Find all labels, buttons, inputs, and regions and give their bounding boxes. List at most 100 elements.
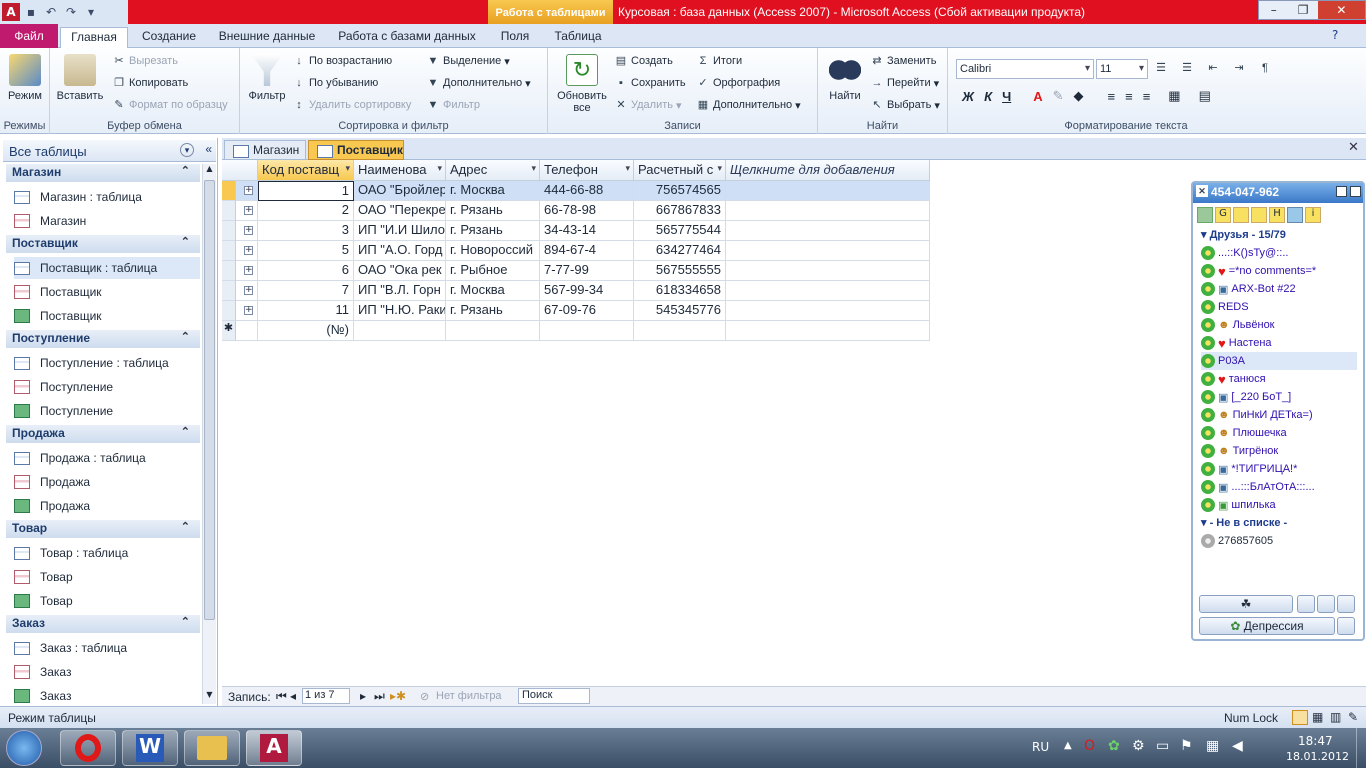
icq-contact[interactable]: ☻ Львёнок <box>1201 316 1357 334</box>
table-cell[interactable]: г. Москва <box>446 281 540 301</box>
icq-find-icon[interactable] <box>1297 595 1315 613</box>
remove-sort-button[interactable]: ↕ Удалить сортировку <box>292 98 411 112</box>
nav-item[interactable]: Заказ <box>14 661 200 683</box>
nav-item[interactable]: Заказ <box>14 685 200 707</box>
doc-tab-supplier[interactable]: Поставщик <box>308 140 404 160</box>
table-cell[interactable]: 634277464 <box>634 241 726 261</box>
record-selector[interactable] <box>222 221 236 241</box>
gridlines-icon[interactable]: ▦ <box>1168 88 1180 104</box>
icq-avatar-icon[interactable] <box>1337 595 1355 613</box>
nav-scrollbar[interactable]: ▲ ▼ <box>202 164 216 704</box>
table-cell[interactable]: ОАО "Ока рек <box>354 261 446 281</box>
table-cell[interactable]: 67-09-76 <box>540 301 634 321</box>
icq-contact[interactable]: Р03А <box>1201 352 1357 370</box>
font-color-icon[interactable]: A <box>1033 89 1042 104</box>
more-records-button[interactable]: ▦ Дополнительно ▾ <box>696 98 801 112</box>
pivot-table-view-icon[interactable]: ▦ <box>1312 710 1323 724</box>
pivot-chart-view-icon[interactable]: ▥ <box>1330 710 1341 724</box>
align-center-icon[interactable]: ≡ <box>1125 89 1133 104</box>
column-header[interactable]: Код поставщ <box>258 160 354 181</box>
advanced-filter-button[interactable]: ▼ Дополнительно ▾ <box>426 76 531 90</box>
doc-tab-shop[interactable]: Магазин <box>224 140 306 160</box>
clock-time[interactable]: 18:47 <box>1298 734 1333 748</box>
icq-group-not-listed[interactable]: ▾ - Не в списке - <box>1201 516 1287 529</box>
table-row[interactable]: +1 ОАО "Бройлер г. Москва 444-66-88 75657456… <box>222 181 930 201</box>
table-cell[interactable]: ОАО "Бройлер <box>354 181 446 201</box>
column-header[interactable]: Телефон <box>540 160 634 181</box>
icq-contact[interactable]: ▣ [_220 БоТ_] <box>1201 388 1357 406</box>
icq-status-button[interactable]: ✿ Депрессия <box>1199 617 1335 635</box>
selection-button[interactable]: ▼ Выделение ▾ <box>426 54 510 68</box>
new-record-icon[interactable]: ▸✱ <box>390 689 406 703</box>
align-right-icon[interactable]: ≡ <box>1143 89 1151 104</box>
column-header[interactable]: Адрес <box>446 160 540 181</box>
nav-group-header[interactable]: Магазин ⌃ <box>6 164 200 182</box>
record-selector[interactable] <box>222 241 236 261</box>
icq-info-icon[interactable]: i <box>1305 207 1321 223</box>
tray-flag-icon[interactable]: ⚑ <box>1180 738 1193 754</box>
table-cell[interactable]: 1 <box>258 181 354 201</box>
table-cell[interactable]: 11 <box>258 301 354 321</box>
table-row[interactable]: +11 ИП "Н.Ю. Раки г. Рязань 67-09-76 5453457… <box>222 301 930 321</box>
sort-descending-button[interactable]: ↓ По убыванию <box>292 76 378 90</box>
table-cell[interactable]: ОАО "Перекре <box>354 201 446 221</box>
table-cell[interactable]: г. Рыбное <box>446 261 540 281</box>
table-cell[interactable] <box>634 321 726 341</box>
icq-contact[interactable]: ▣ *!ТИГРИЦА!* <box>1201 460 1357 478</box>
copy-button[interactable]: ❐ Копировать <box>112 76 188 90</box>
minimize-button[interactable]: – <box>1259 1 1288 19</box>
design-view-icon[interactable]: ✎ <box>1348 710 1358 724</box>
font-size-combo[interactable]: 11 <box>1096 59 1148 79</box>
table-cell[interactable]: 894-67-4 <box>540 241 634 261</box>
tab-file[interactable]: Файл <box>0 24 58 48</box>
table-cell[interactable]: 618334658 <box>634 281 726 301</box>
current-record-input[interactable]: 1 из 7 <box>302 688 350 704</box>
redo-icon[interactable]: ↷ <box>62 3 80 21</box>
table-row[interactable]: +6 ОАО "Ока рек г. Рыбное 7-77-99 567555555 <box>222 261 930 281</box>
column-header[interactable]: Расчетный с <box>634 160 726 181</box>
table-cell[interactable]: 6 <box>258 261 354 281</box>
start-button[interactable] <box>6 730 42 766</box>
nav-item[interactable]: Поставщик : таблица <box>14 257 200 279</box>
column-header[interactable]: Наименова <box>354 160 446 181</box>
icq-contact-unlisted[interactable]: 276857605 <box>1201 532 1357 550</box>
table-cell[interactable]: 7-77-99 <box>540 261 634 281</box>
tab-table[interactable]: Таблица <box>548 27 608 48</box>
table-cell[interactable]: 567-99-34 <box>540 281 634 301</box>
icq-contact[interactable]: REDS <box>1201 298 1357 316</box>
bold-button[interactable]: Ж <box>962 89 974 104</box>
paste-button[interactable]: Вставить <box>54 54 106 102</box>
nav-group-header[interactable]: Продажа ⌃ <box>6 425 200 443</box>
nav-item[interactable]: Товар : таблица <box>14 542 200 564</box>
table-cell[interactable] <box>540 321 634 341</box>
icq-contact[interactable]: ▣ ARX-Bot #22 <box>1201 280 1357 298</box>
icq-status-icon[interactable] <box>1197 207 1213 223</box>
table-row[interactable]: +2 ОАО "Перекре г. Рязань 66-78-98 667867833 <box>222 201 930 221</box>
table-cell[interactable]: 545345776 <box>634 301 726 321</box>
record-selector[interactable] <box>222 181 236 201</box>
indent-icon[interactable]: ⇥ <box>1232 61 1246 75</box>
tab-external-data[interactable]: Внешние данные <box>210 27 324 48</box>
record-selector[interactable]: ✱ <box>222 321 236 341</box>
show-hidden-icons[interactable]: ▲ <box>1064 740 1072 751</box>
tray-icq-icon[interactable]: ✿ <box>1108 738 1120 754</box>
refresh-all-button[interactable]: ↻ Обновить все <box>552 54 612 114</box>
delete-record-button[interactable]: ✕ Удалить ▾ <box>614 98 681 112</box>
icq-contacts-icon[interactable] <box>1251 207 1267 223</box>
tab-home[interactable]: Главная <box>60 27 128 48</box>
table-row[interactable]: +3 ИП "И.И Шило г. Рязань 34-43-14 565775544 <box>222 221 930 241</box>
tray-app-icon[interactable]: ⚙ <box>1132 738 1145 754</box>
tab-database-tools[interactable]: Работа с базами данных <box>334 27 480 48</box>
icq-contact[interactable]: ☻ Плюшечка <box>1201 424 1357 442</box>
datasheet-view-icon[interactable] <box>1292 710 1308 725</box>
cut-button[interactable]: ✂ Вырезать <box>112 54 178 68</box>
help-icon[interactable]: ? <box>1332 28 1338 42</box>
search-input[interactable]: Поиск <box>518 688 590 704</box>
nav-group-header[interactable]: Поставщик ⌃ <box>6 235 200 253</box>
icq-contact[interactable]: ▣ ...:::БлАтОтА:::... <box>1201 478 1357 496</box>
nav-group-header[interactable]: Товар ⌃ <box>6 520 200 538</box>
nav-item[interactable]: Продажа <box>14 495 200 517</box>
icq-group-friends[interactable]: ▾ Друзья - 15/79 <box>1201 228 1286 241</box>
table-cell[interactable]: 34-43-14 <box>540 221 634 241</box>
table-cell[interactable]: 567555555 <box>634 261 726 281</box>
